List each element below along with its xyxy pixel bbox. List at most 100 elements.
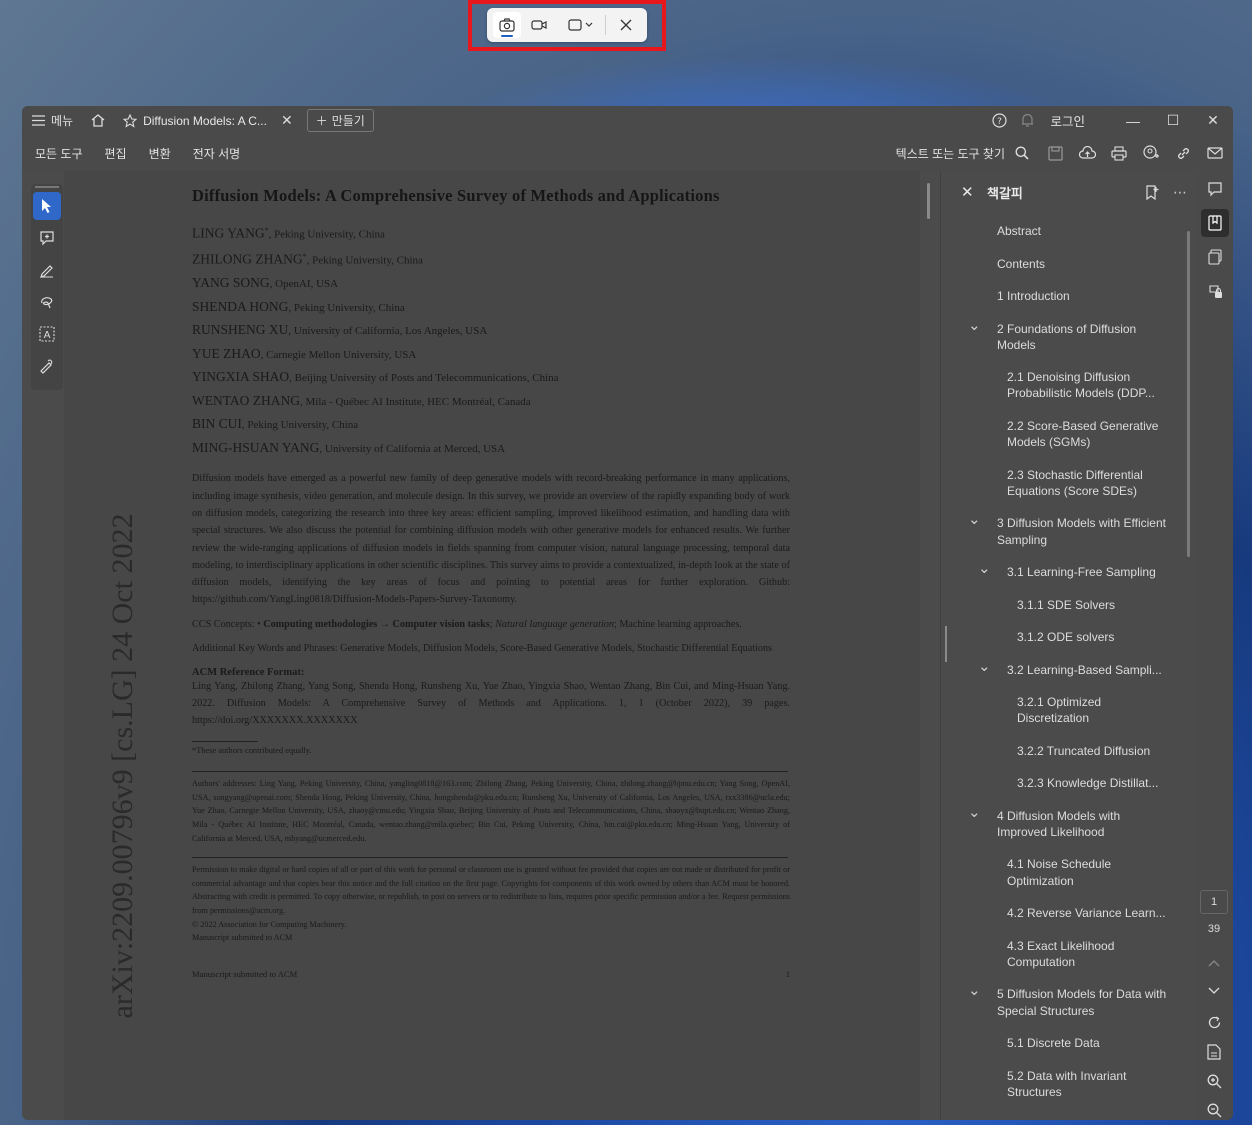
more-options-icon[interactable]: ⋯ [1173, 184, 1188, 201]
chevron-up-icon[interactable] [1200, 950, 1228, 976]
bookmark-item[interactable]: 4.2 Reverse Variance Learn... [941, 905, 1181, 921]
author-name: YUE ZHAO [192, 345, 261, 361]
bookmark-item[interactable]: 3.1.2 ODE solvers [941, 629, 1181, 645]
minimize-icon[interactable]: — [1113, 113, 1153, 129]
bookmark-item[interactable]: ⌄ 3 Diffusion Models with Efficient Sampl… [941, 512, 1181, 547]
zoom-in-icon[interactable] [1200, 1068, 1228, 1094]
bookmarks-icon[interactable] [1200, 209, 1229, 237]
help-icon[interactable]: ? [992, 113, 1008, 128]
bookmark-item[interactable]: ⌄ 2 Foundations of Diffusion Models [941, 318, 1181, 353]
search-icon[interactable] [1015, 146, 1029, 160]
tab-title: Diffusion Models: A C... [143, 113, 267, 128]
bookmark-item[interactable]: 3.2.3 Knowledge Distillat... [941, 775, 1181, 791]
chevron-down-icon[interactable]: ⌄ [968, 318, 981, 333]
mail-icon[interactable] [1199, 139, 1231, 167]
bookmark-item[interactable]: 5.2 Data with Invariant Structures [941, 1068, 1181, 1100]
ccs-rest: ; Machine learning approaches. [613, 618, 742, 630]
maximize-icon[interactable]: ☐ [1153, 112, 1193, 129]
add-comment-icon[interactable] [33, 224, 61, 252]
pages-icon[interactable] [1201, 243, 1229, 271]
chevron-down-icon[interactable] [1200, 978, 1228, 1004]
bookmark-item[interactable]: ⌄ 5 Diffusion Models for Data with Specia… [941, 983, 1181, 1018]
chevron-down-icon[interactable]: ⌄ [978, 561, 991, 576]
bookmark-item[interactable]: 2.2 Score-Based Generative Models (SGMs) [941, 418, 1181, 450]
bookmark-item[interactable]: 3.2.2 Truncated Diffusion [941, 743, 1181, 759]
save-icon[interactable] [1039, 139, 1071, 167]
copyright-line: © 2022 Association for Computing Machine… [192, 919, 347, 929]
tab-close-icon[interactable]: ✕ [281, 112, 293, 129]
login-button[interactable]: 로그인 [1050, 111, 1085, 130]
document-view[interactable]: arXiv:2209.00796v9 [cs.LG] 24 Oct 2022 D… [64, 171, 940, 1120]
window-close-icon[interactable]: ✕ [1193, 112, 1233, 129]
highlight-pen-icon[interactable] [33, 256, 61, 284]
bookmark-item[interactable]: 1 Introduction [941, 288, 1181, 304]
author-name: ZHILONG ZHANG [192, 251, 303, 267]
sign-icon[interactable] [33, 352, 61, 380]
menu-edit[interactable]: 편집 [105, 145, 127, 162]
ccs-concepts: CCS Concepts: • Computing methodologies … [192, 619, 790, 630]
bookmark-item[interactable]: Abstract [941, 223, 1181, 239]
select-cursor-icon[interactable] [33, 192, 61, 220]
menu-all-tools[interactable]: 모든 도구 [35, 145, 83, 162]
close-icon[interactable] [612, 12, 640, 38]
author-affiliation: , OpenAI, USA [269, 278, 339, 291]
plus-icon: ＋ [315, 114, 328, 128]
bookmark-label: 3.2 Learning-Based Sampli... [1007, 662, 1162, 677]
bookmark-item[interactable]: Contents [941, 256, 1181, 272]
video-icon[interactable] [525, 12, 553, 38]
print-icon[interactable] [1103, 139, 1135, 167]
chevron-down-icon[interactable]: ⌄ [978, 659, 991, 674]
share-user-icon[interactable] [1135, 139, 1167, 167]
text-box-icon[interactable]: A [33, 320, 61, 348]
panel-scrollbar[interactable] [1187, 231, 1190, 557]
star-icon[interactable] [123, 113, 138, 128]
chevron-down-icon[interactable]: ⌄ [968, 805, 981, 820]
document-tab[interactable]: Diffusion Models: A C... ✕ [117, 109, 299, 133]
bookmark-item[interactable]: 3.2.1 Optimized Discretization [941, 694, 1181, 726]
bookmark-item[interactable]: 5.1 Discrete Data [941, 1035, 1181, 1051]
new-tab-button[interactable]: ＋ 만들기 [306, 109, 374, 132]
bookmark-item[interactable]: ⌄ 4 Diffusion Models with Improved Likeli… [941, 805, 1181, 840]
link-icon[interactable] [1167, 139, 1199, 167]
menu-button[interactable]: 메뉴 [32, 112, 73, 129]
bookmark-item[interactable]: 2.3 Stochastic Differential Equations (S… [941, 467, 1181, 499]
author-name: BIN CUI [192, 416, 242, 432]
layers-lock-icon[interactable] [1201, 277, 1229, 305]
bookmark-label: 3.1.2 ODE solvers [1017, 630, 1115, 645]
current-page-input[interactable]: 1 [1200, 890, 1228, 914]
refresh-icon[interactable] [1200, 1009, 1228, 1035]
bookmark-label: 5.1 Discrete Data [1007, 1036, 1100, 1051]
menu-e-sign[interactable]: 전자 서명 [193, 145, 241, 162]
chevron-down-icon[interactable]: ⌄ [968, 512, 981, 527]
cloud-upload-icon[interactable] [1071, 139, 1103, 167]
bookmark-item[interactable]: ⌄ 3.1 Learning-Free Sampling [941, 561, 1181, 580]
region-icon[interactable] [563, 12, 599, 38]
panel-title: 책갈피 [987, 185, 1023, 201]
bookmark-item[interactable]: 4.1 Noise Schedule Optimization [941, 856, 1181, 888]
pdf-page: arXiv:2209.00796v9 [cs.LG] 24 Oct 2022 D… [64, 171, 920, 1120]
home-icon[interactable] [91, 114, 105, 127]
bookmark-item[interactable]: 2.1 Denoising Diffusion Probabilistic Mo… [941, 369, 1181, 401]
find-tools-field[interactable]: 텍스트 또는 도구 찾기 [896, 145, 1005, 162]
camera-icon[interactable] [493, 12, 521, 38]
menu-convert[interactable]: 변환 [149, 145, 171, 162]
add-bookmark-icon[interactable] [1145, 184, 1159, 200]
author-name: YINGXIA SHAO [192, 369, 290, 385]
bookmark-item[interactable]: ⌄ 3.2 Learning-Based Sampli... [941, 659, 1181, 678]
panel-close-icon[interactable]: ✕ [961, 183, 987, 201]
document-scrollbar[interactable] [927, 183, 930, 219]
comments-icon[interactable] [1201, 175, 1229, 203]
author-entry: SHENDA HONG, Peking University, China [192, 296, 790, 320]
draw-freehand-icon[interactable] [33, 288, 61, 316]
bookmark-item[interactable]: 4.3 Exact Likelihood Computation [941, 938, 1181, 970]
page-info-icon[interactable] [1200, 1039, 1228, 1065]
zoom-out-icon[interactable] [1200, 1097, 1228, 1120]
ccs-label: CCS Concepts: • [192, 618, 264, 630]
chevron-down-icon[interactable]: ⌄ [968, 983, 981, 998]
bookmark-label: 3.2.2 Truncated Diffusion [1017, 743, 1151, 758]
bookmark-item[interactable]: 3.1.1 SDE Solvers [941, 597, 1181, 613]
svg-text:?: ? [998, 117, 1003, 127]
author-affiliation: , Carnegie Mellon University, USA [260, 348, 417, 361]
rail-grip[interactable] [35, 186, 59, 188]
bell-icon[interactable] [1021, 113, 1034, 128]
